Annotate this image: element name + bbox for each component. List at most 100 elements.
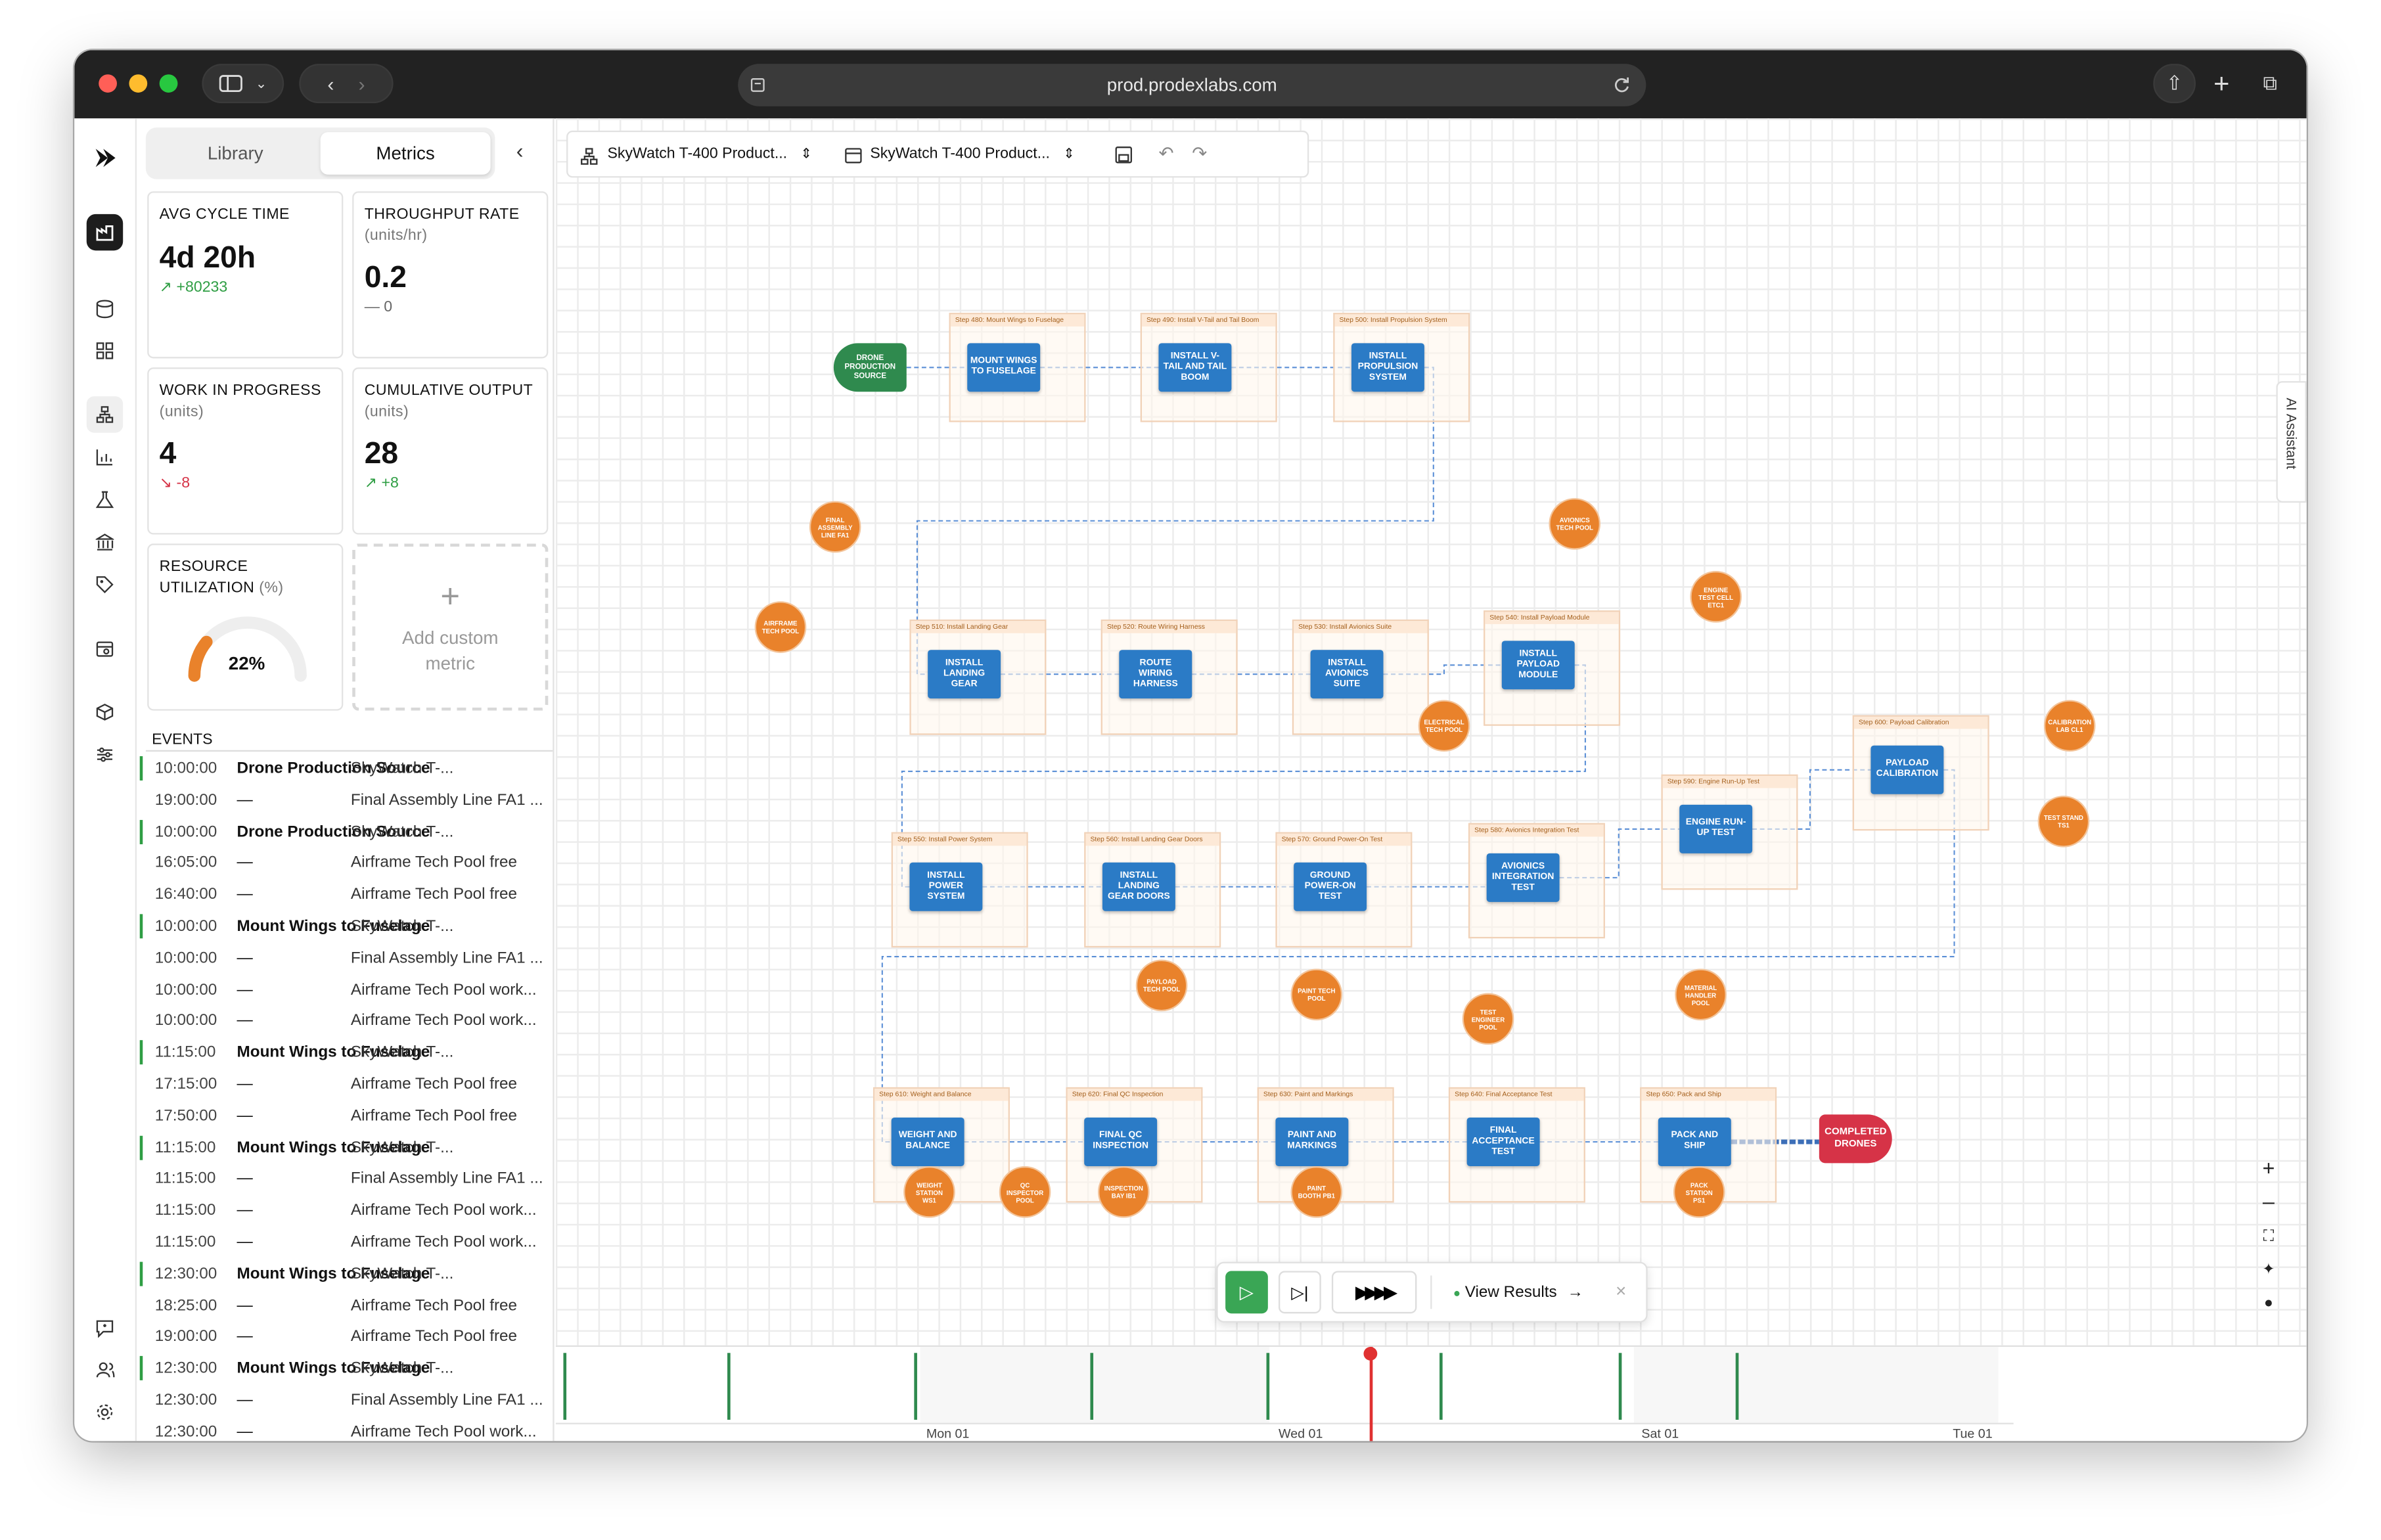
forward-icon[interactable]: ›	[358, 72, 365, 95]
flow-canvas[interactable]: SkyWatch T-400 Product... ⇕ SkyWatch T-4…	[555, 118, 2307, 1346]
resource-pool[interactable]: FINAL ASSEMBLY LINE FA1	[809, 501, 861, 553]
fit-view-icon[interactable]: ⛶	[2250, 1219, 2286, 1253]
event-row[interactable]: 10:00:00 Drone Production Source SkyWatch …	[139, 753, 550, 785]
timeline-cursor-handle[interactable]	[1363, 1347, 1378, 1361]
cube-icon[interactable]	[87, 694, 123, 730]
resource-pool[interactable]: TEST STAND TS1	[2037, 796, 2090, 848]
app-logo-icon[interactable]	[87, 140, 123, 176]
flow-diagram-icon[interactable]	[86, 396, 124, 433]
process-node[interactable]: FINAL QC INSPECTION	[1084, 1118, 1158, 1167]
zoom-out-button[interactable]: –	[2250, 1185, 2286, 1218]
zoom-in-button[interactable]: +	[2250, 1151, 2286, 1185]
event-row[interactable]: 12:30:00 Mount Wings to Fuselage SkyWatch …	[139, 1353, 550, 1386]
dashboard-icon[interactable]	[87, 332, 123, 369]
resource-pool[interactable]: QC INSPECTOR POOL	[999, 1166, 1051, 1218]
tab-overview-button[interactable]: ⧉	[2249, 64, 2292, 103]
reload-icon[interactable]	[1612, 76, 1631, 95]
settings-gear-icon[interactable]	[87, 1394, 123, 1430]
flask-icon[interactable]	[87, 482, 123, 518]
event-row[interactable]: 17:50:00 — Airframe Tech Pool free	[140, 1100, 550, 1133]
process-node[interactable]: INSTALL PAYLOAD MODULE	[1501, 641, 1575, 690]
process-node[interactable]: AVIONICS INTEGRATION TEST	[1486, 853, 1560, 902]
url-bar[interactable]: prod.prodexlabs.com	[738, 64, 1646, 106]
process-node[interactable]: ENGINE RUN-UP TEST	[1679, 804, 1753, 853]
process-node[interactable]: INSTALL LANDING GEAR DOORS	[1102, 862, 1175, 911]
resource-pool[interactable]: WEIGHT STATION WS1	[903, 1166, 955, 1218]
event-row[interactable]: 10:00:00 — Airframe Tech Pool work...	[140, 974, 550, 1007]
event-row[interactable]: 10:00:00 — Airframe Tech Pool work...	[140, 1006, 550, 1038]
search-icon[interactable]: ●	[2250, 1286, 2286, 1320]
back-icon[interactable]: ‹	[327, 72, 334, 95]
process-node[interactable]: WEIGHT AND BALANCE	[891, 1118, 964, 1167]
process-node[interactable]: MOUNT WINGS TO FUSELAGE	[967, 343, 1041, 392]
feedback-icon[interactable]	[87, 1311, 123, 1347]
resource-pool[interactable]: AIRFRAME TECH POOL	[754, 601, 807, 653]
event-row[interactable]: 10:00:00 Drone Production Source SkyWatch …	[139, 816, 550, 848]
bar-chart-icon[interactable]	[87, 439, 123, 475]
event-row[interactable]: 19:00:00 — Airframe Tech Pool free	[140, 1322, 550, 1354]
process-node[interactable]: GROUND POWER-ON TEST	[1294, 862, 1367, 911]
resource-pool[interactable]: INSPECTION BAY IB1	[1097, 1166, 1150, 1218]
process-node[interactable]: PAYLOAD CALIBRATION	[1871, 745, 1944, 794]
tag-icon[interactable]	[87, 566, 123, 602]
sink-node[interactable]: COMPLETED DRONES	[1819, 1114, 1892, 1164]
play-button[interactable]: ▷	[1225, 1271, 1268, 1314]
resource-pool[interactable]: CALIBRATION LAB CL1	[2043, 700, 2096, 752]
event-row[interactable]: 10:00:00 Mount Wings to Fuselage SkyWatch …	[139, 911, 550, 943]
timeline[interactable]: Mon 01 Wed 01 Sat 01 Tue 01	[555, 1345, 2307, 1441]
tab-metrics[interactable]: Metrics	[320, 132, 491, 175]
process-node[interactable]: FINAL ACCEPTANCE TEST	[1466, 1118, 1540, 1167]
zoom-window-button[interactable]	[159, 74, 178, 93]
add-custom-metric-button[interactable]: + Add custom metric	[352, 543, 549, 711]
ai-assistant-tab[interactable]: AI Assistant	[2276, 381, 2307, 503]
resource-pool[interactable]: MATERIAL HANDLER POOL	[1675, 968, 1727, 1021]
event-row[interactable]: 12:30:00 — Final Assembly Line FA1 ...	[140, 1385, 550, 1417]
calendar-icon[interactable]	[87, 630, 123, 666]
share-button[interactable]: ⇧	[2153, 64, 2196, 104]
event-row[interactable]: 16:40:00 — Airframe Tech Pool free	[140, 880, 550, 912]
resource-pool[interactable]: ELECTRICAL TECH POOL	[1418, 700, 1470, 752]
event-row[interactable]: 11:15:00 Mount Wings to Fuselage SkyWatch …	[139, 1037, 550, 1070]
process-node[interactable]: INSTALL POWER SYSTEM	[909, 862, 983, 911]
tab-library[interactable]: Library	[150, 132, 321, 175]
step-forward-button[interactable]: ▷|	[1279, 1271, 1321, 1314]
bank-icon[interactable]	[87, 524, 123, 560]
event-row[interactable]: 11:15:00 — Final Assembly Line FA1 ...	[140, 1164, 550, 1196]
event-row[interactable]: 19:00:00 — Final Assembly Line FA1 ...	[140, 784, 550, 817]
sliders-icon[interactable]	[87, 736, 123, 773]
event-row[interactable]: 10:00:00 — Final Assembly Line FA1 ...	[140, 943, 550, 975]
process-node[interactable]: INSTALL V-TAIL AND TAIL BOOM	[1158, 343, 1232, 392]
factory-icon[interactable]	[86, 214, 124, 251]
users-icon[interactable]	[87, 1351, 123, 1388]
event-row[interactable]: 17:15:00 — Airframe Tech Pool free	[140, 1069, 550, 1101]
resource-pool[interactable]: PACK STATION PS1	[1673, 1166, 1725, 1218]
resource-pool[interactable]: AVIONICS TECH POOL	[1549, 498, 1601, 550]
resource-pool[interactable]: TEST ENGINEER POOL	[1462, 993, 1514, 1045]
process-node[interactable]: INSTALL LANDING GEAR	[928, 650, 1001, 699]
process-node[interactable]: INSTALL AVIONICS SUITE	[1310, 650, 1384, 699]
process-node[interactable]: ROUTE WIRING HARNESS	[1119, 650, 1192, 699]
event-row[interactable]: 16:05:00 — Airframe Tech Pool free	[140, 848, 550, 880]
resource-pool[interactable]: ENGINE TEST CELL ETC1	[1690, 571, 1742, 623]
close-window-button[interactable]	[99, 74, 117, 93]
page-menu-icon[interactable]	[750, 78, 765, 93]
speed-button[interactable]: ▶▶▶▶	[1331, 1271, 1417, 1314]
new-tab-button[interactable]: +	[2200, 64, 2243, 103]
sidebar-toggle-button[interactable]: ⌄	[202, 64, 284, 104]
database-icon[interactable]	[87, 290, 123, 326]
process-node[interactable]: INSTALL PROPULSION SYSTEM	[1351, 343, 1424, 392]
close-icon[interactable]: ×	[1616, 1280, 1626, 1301]
resource-pool[interactable]: PAINT TECH POOL	[1290, 968, 1343, 1021]
event-row[interactable]: 11:15:00 Mount Wings to Fuselage SkyWatch …	[139, 1132, 550, 1164]
process-node[interactable]: PACK AND SHIP	[1658, 1118, 1731, 1167]
event-row[interactable]: 12:30:00 Mount Wings to Fuselage SkyWatch …	[139, 1259, 550, 1291]
resource-pool[interactable]: PAINT BOOTH PB1	[1290, 1166, 1343, 1218]
event-row[interactable]: 18:25:00 — Airframe Tech Pool free	[140, 1290, 550, 1323]
event-row[interactable]: 11:15:00 — Airframe Tech Pool work...	[140, 1227, 550, 1259]
resource-pool[interactable]: PAYLOAD TECH POOL	[1135, 959, 1188, 1012]
minimize-window-button[interactable]	[129, 74, 148, 93]
timeline-cursor[interactable]	[1369, 1347, 1373, 1441]
event-row[interactable]: 11:15:00 — Airframe Tech Pool work...	[140, 1195, 550, 1227]
event-row[interactable]: 12:30:00 — Airframe Tech Pool work...	[140, 1416, 550, 1441]
collapse-panel-icon[interactable]: ‹	[516, 138, 524, 162]
